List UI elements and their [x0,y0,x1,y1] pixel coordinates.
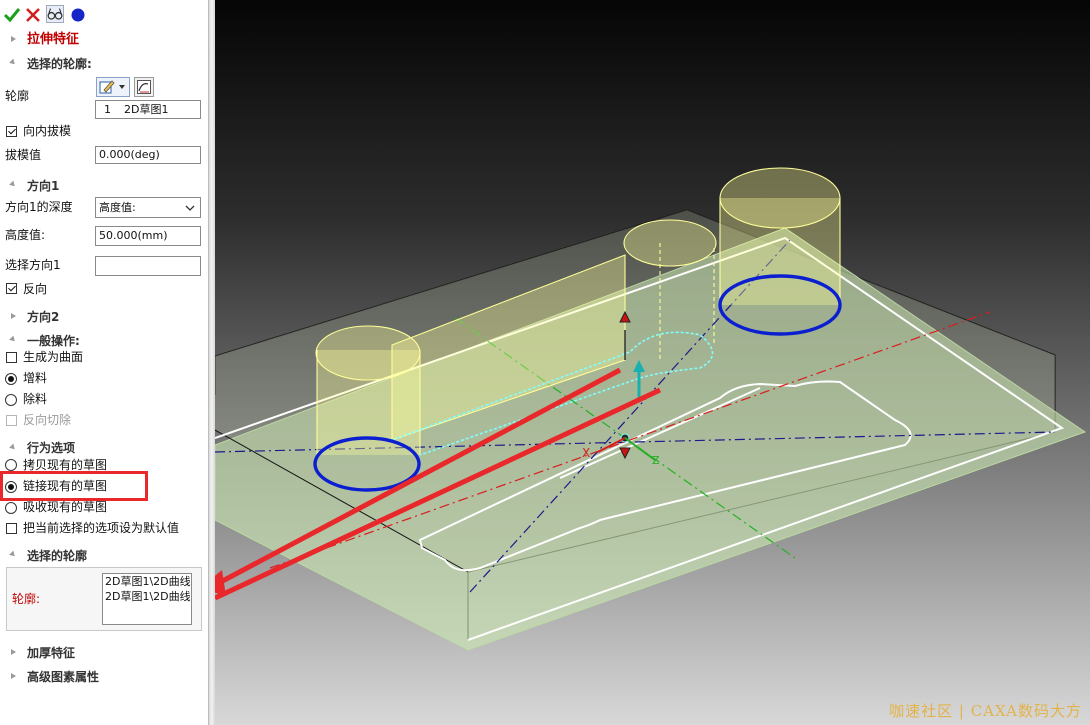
reverse-cut-label: 反向切除 [23,413,72,427]
axis-x-label: X [582,446,590,460]
add-material-label: 增料 [23,371,48,385]
profile2-list[interactable]: 2D草图1\2D曲线 2D草图1\2D曲线 [102,573,192,625]
list-item[interactable]: 2D草图1\2D曲线 [105,574,191,589]
3d-viewport[interactable]: X Z 咖速社区 | CAXA数码大方 [215,0,1090,725]
sketch-select-button[interactable] [96,77,130,97]
collapse-arrow-icon[interactable] [9,58,17,67]
section-behavior: 行为选项 [27,441,76,455]
list-item[interactable]: 2D草图1\2D曲线 [105,589,191,604]
absorb-sketch-label: 吸收现有的草图 [23,500,108,514]
section-direction2: 方向2 [27,310,60,324]
highlight-box [0,471,148,501]
profile-list-index: 1 [104,103,111,116]
watermark: 咖速社区 | CAXA数码大方 [889,702,1082,720]
select-direction-input[interactable] [95,256,201,276]
expand-arrow-icon[interactable] [11,36,16,42]
check-icon[interactable] [3,6,21,24]
draft-value-input[interactable]: 0.000(deg) [95,146,201,164]
section-advanced: 高级图素属性 [27,670,100,684]
set-default-checkbox[interactable] [6,523,17,534]
profile-group-box: 轮廓: 2D草图1\2D曲线 2D草图1\2D曲线 [6,567,202,631]
reverse-cut-checkbox [6,415,17,426]
profile-list-name: 2D草图1 [124,103,169,116]
expand-arrow-icon[interactable] [11,673,16,679]
remove-material-radio[interactable] [5,394,17,406]
remove-material-label: 除料 [23,392,48,406]
add-material-radio[interactable] [5,373,17,385]
section-selected-profile: 选择的轮廓: [27,57,92,71]
model-view: X Z [215,167,1087,651]
height-input[interactable]: 50.000(mm) [95,226,201,246]
axis-z-label: Z [652,454,660,467]
blue-dot-icon[interactable] [69,6,87,24]
draft-value-label: 拔模值 [5,148,42,162]
section-direction1: 方向1 [27,179,60,193]
profile-label: 轮廓 [5,89,30,103]
collapse-arrow-icon[interactable] [9,550,17,559]
reverse-checkbox[interactable] [6,283,17,294]
height-label: 高度值: [5,228,46,242]
profile2-label: 轮廓: [12,592,41,606]
draft-inward-label: 向内拔模 [23,124,72,138]
chevron-down-icon [119,85,125,89]
make-surface-label: 生成为曲面 [23,350,84,364]
close-icon[interactable] [24,6,42,24]
absorb-sketch-radio[interactable] [5,502,17,514]
expand-arrow-icon[interactable] [11,313,16,319]
select-direction-label: 选择方向1 [5,258,61,272]
glasses-icon[interactable] [46,5,64,23]
depth-select[interactable]: 高度值: [95,197,201,218]
copy-sketch-radio[interactable] [5,459,17,471]
pencil-sketch-icon [99,80,115,94]
profile-list[interactable]: 1 2D草图1 [95,100,201,119]
depth-label: 方向1的深度 [5,200,73,214]
collapse-arrow-icon[interactable] [9,443,17,452]
section-thicken: 加厚特征 [27,646,76,660]
chevron-down-icon [185,205,195,211]
property-panel: 拉伸特征 选择的轮廓: 轮廓 1 2D草图1 向内拔模 拔模值 0.000(de… [0,0,208,725]
section-selected-profile-2: 选择的轮廓 [27,549,88,563]
section-general-ops: 一般操作: [27,334,80,348]
sketch-curve-icon [137,80,151,94]
collapse-arrow-icon[interactable] [9,335,17,344]
collapse-arrow-icon[interactable] [9,180,17,189]
set-default-label: 把当前选择的选项设为默认值 [23,521,180,535]
draft-inward-checkbox[interactable] [6,126,17,137]
feature-title: 拉伸特征 [27,32,80,47]
make-surface-checkbox[interactable] [6,352,17,363]
sketch-picker-button[interactable] [134,77,154,97]
depth-select-value: 高度值: [99,201,136,214]
expand-arrow-icon[interactable] [11,649,16,655]
reverse-label: 反向 [23,282,48,296]
